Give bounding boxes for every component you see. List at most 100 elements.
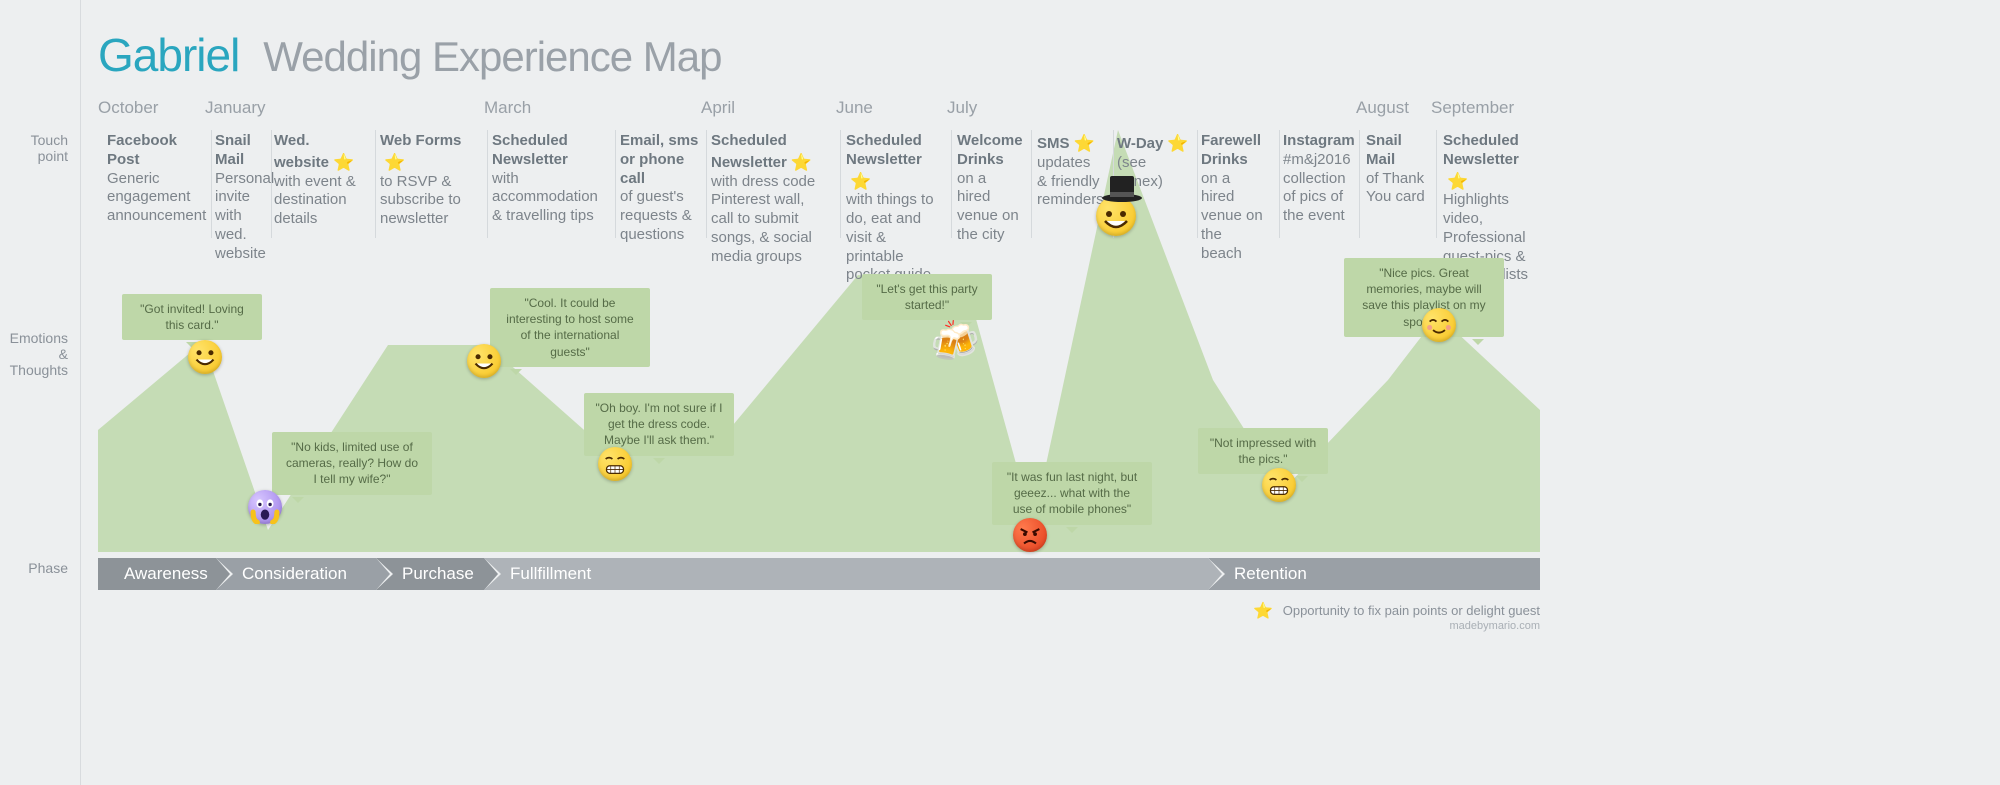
star-icon: ⭐ <box>850 171 871 192</box>
thought-bubble: "No kids, limited use of cameras, really… <box>272 432 432 495</box>
touchpoint: Wed. website⭐with event & destination de… <box>274 132 364 229</box>
touchpoint-body: Personal invite with wed. website <box>215 170 274 262</box>
touchpoint: Email, sms or phone callof guest's reque… <box>620 132 700 245</box>
touchpoint-body: on a hired venue on the city <box>957 170 1019 243</box>
star-icon: ⭐ <box>1167 133 1188 154</box>
touchpoint-title: Scheduled Newsletter <box>492 132 568 168</box>
scared-emoji-icon <box>248 490 282 524</box>
touchpoint-body: #m&j2016 collection of pics of the event <box>1283 151 1351 224</box>
top-hat-icon <box>1100 174 1144 202</box>
touchpoint-body: with things to do, eat and visit & print… <box>846 191 934 283</box>
star-icon: ⭐ <box>1447 171 1468 192</box>
touchpoint-title: Email, sms or phone call <box>620 132 698 187</box>
touchpoint: Scheduled Newsletter⭐with dress code Pin… <box>711 132 831 266</box>
touchpoint-body: updates & friendly reminders <box>1037 154 1104 209</box>
axis-label-phase: Phase <box>0 560 80 576</box>
touchpoint: Welcome Drinkson a hired venue on the ci… <box>957 132 1022 245</box>
title-row: Gabriel Wedding Experience Map <box>98 28 721 82</box>
grin-emoji-icon <box>188 340 222 374</box>
thought-bubble: "Got invited! Loving this card." <box>122 294 262 340</box>
touchpoint: SMS⭐updates & friendly reminders <box>1037 132 1102 210</box>
touchpoint-body: with event & destination details <box>274 173 356 228</box>
legend-text: Opportunity to fix pain points or deligh… <box>1283 603 1540 618</box>
beer-mugs-icon: 🍻 <box>930 318 980 365</box>
persona-name: Gabriel <box>98 28 239 82</box>
phase-bar: AwarenessConsiderationPurchaseFullfillme… <box>98 558 1540 590</box>
phase-retention: Retention <box>1208 558 1540 590</box>
touchpoint-title: W-Day <box>1117 135 1163 152</box>
column-separator <box>1436 130 1437 238</box>
thought-bubble: "It was fun last night, but geeez... wha… <box>992 462 1152 525</box>
touchpoint: Snail MailPersonal invite with wed. webs… <box>215 132 270 263</box>
touchpoint: Farewell Drinkson a hired venue on the b… <box>1201 132 1266 263</box>
grin-emoji-icon <box>467 344 501 378</box>
touchpoint: Instagram#m&j2016 collection of pics of … <box>1283 132 1348 226</box>
touchpoint-title: Snail Mail <box>215 132 251 168</box>
touchpoint: Facebook PostGeneric engagement announce… <box>107 132 207 226</box>
star-icon: ⭐ <box>1253 601 1273 621</box>
touchpoint-title: Wed. website <box>274 132 329 171</box>
phase-awareness: Awareness <box>98 558 216 590</box>
column-separator <box>211 130 212 238</box>
column-separator <box>706 130 707 238</box>
column-separator <box>951 130 952 238</box>
month-label: October <box>98 98 158 118</box>
touchpoint-title: SMS <box>1037 135 1070 152</box>
touchpoint-title: Welcome Drinks <box>957 132 1023 168</box>
touchpoint-title: Snail Mail <box>1366 132 1402 168</box>
column-separator <box>487 130 488 238</box>
column-separator <box>615 130 616 238</box>
thought-bubble: "Cool. It could be interesting to host s… <box>490 288 650 367</box>
touchpoint-body: on a hired venue on the beach <box>1201 170 1263 262</box>
month-label: April <box>701 98 735 118</box>
touchpoint-body: to RSVP & subscribe to newsletter <box>380 173 461 228</box>
column-separator <box>1279 130 1280 238</box>
touchpoint: Scheduled Newsletter ⭐with things to do, … <box>846 132 946 285</box>
month-label: August <box>1356 98 1409 118</box>
phase-consideration: Consideration <box>216 558 376 590</box>
touchpoint-body: with dress code Pinterest wall, call to … <box>711 173 815 265</box>
month-label: January <box>205 98 265 118</box>
angry-emoji-icon <box>1013 518 1047 552</box>
touchpoint-title: Web Forms <box>380 132 461 149</box>
blush-emoji-icon <box>1422 308 1456 342</box>
month-label: March <box>484 98 531 118</box>
month-label: July <box>947 98 977 118</box>
star-icon: ⭐ <box>791 152 812 173</box>
column-separator <box>840 130 841 238</box>
thought-bubble: "Let's get this party started!" <box>862 274 992 320</box>
column-separator <box>1197 130 1198 238</box>
touchpoint-title: Scheduled Newsletter <box>1443 132 1519 168</box>
grit-emoji-icon <box>1262 468 1296 502</box>
month-label: June <box>836 98 873 118</box>
months-row: October January March April June July August Se… <box>98 98 2000 122</box>
touchpoint: Snail Mailof Thank You card <box>1366 132 1426 207</box>
axis-label-touchpoint: Touch point <box>0 132 80 164</box>
star-icon: ⭐ <box>384 152 405 173</box>
touchpoint-title: Farewell Drinks <box>1201 132 1261 168</box>
left-rule <box>80 0 81 785</box>
touchpoint-body: Generic engagement announcement <box>107 170 206 225</box>
touchpoint-body: of guest's requests & questions <box>620 188 692 243</box>
grit-emoji-icon <box>598 447 632 481</box>
touchpoint: Scheduled Newsletterwith accommodation &… <box>492 132 612 226</box>
touchpoint: Web Forms ⭐to RSVP & subscribe to newslet… <box>380 132 475 229</box>
touchpoint-body: with accommodation & travelling tips <box>492 170 598 225</box>
star-icon: ⭐ <box>333 152 354 173</box>
touchpoint-title: Scheduled Newsletter <box>711 132 787 171</box>
experience-map: Touch point Emotions & Thoughts Phase Ga… <box>0 0 2000 785</box>
touchpoint-body: of Thank You card <box>1366 170 1425 206</box>
legend-opportunity: ⭐ Opportunity to fix pain points or deli… <box>1249 600 1540 620</box>
touchpoint-title: Instagram <box>1283 132 1355 149</box>
column-separator <box>1359 130 1360 238</box>
month-label: September <box>1431 98 1514 118</box>
column-separator <box>375 130 376 238</box>
map-title: Wedding Experience Map <box>263 33 721 81</box>
phase-fullfillment: Fullfillment <box>484 558 1208 590</box>
touchpoint-title: Facebook Post <box>107 132 177 168</box>
axis-label-emotions: Emotions & Thoughts <box>0 330 80 378</box>
credit: madebymario.com <box>1450 620 1540 632</box>
star-icon: ⭐ <box>1074 133 1095 154</box>
column-separator <box>1031 130 1032 238</box>
touchpoint-title: Scheduled Newsletter <box>846 132 922 168</box>
